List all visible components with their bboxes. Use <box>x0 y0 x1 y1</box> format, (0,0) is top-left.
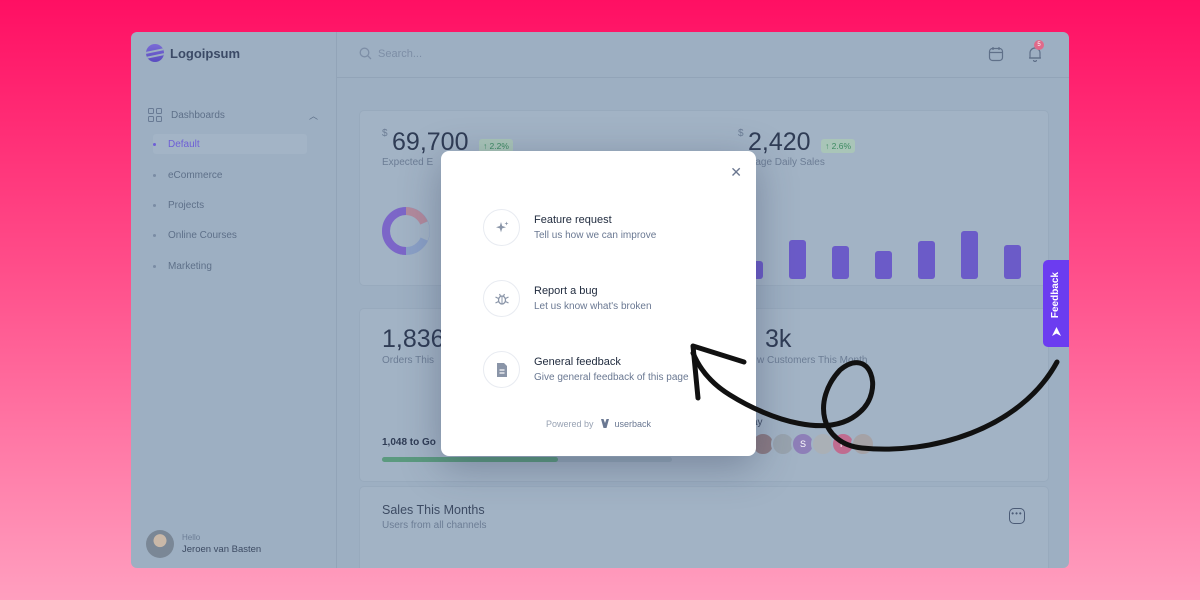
bullet-icon <box>153 173 156 177</box>
option-description: Give general feedback of this page <box>534 372 689 383</box>
sales-bar <box>961 231 978 279</box>
powered-by-brand: userback <box>614 419 652 429</box>
sales-bar <box>918 241 935 279</box>
option-title: General feedback <box>534 356 621 368</box>
customers-label: w Customers This Month <box>757 355 868 366</box>
sales-bar <box>789 240 806 279</box>
grid-icon <box>148 108 162 122</box>
option-title: Report a bug <box>534 285 598 297</box>
topbar: Search... 5 <box>337 32 1069 78</box>
search-input[interactable]: Search... <box>359 47 422 60</box>
bullet-icon <box>153 203 156 207</box>
sidebar-section-label: Dashboards <box>171 109 225 121</box>
send-icon <box>1052 327 1061 336</box>
sales-bar <box>875 251 892 279</box>
currency-symbol: $ <box>382 128 388 139</box>
bug-icon <box>483 280 520 317</box>
sidebar-item-label: Marketing <box>168 260 212 272</box>
notification-badge: 5 <box>1034 40 1044 50</box>
sidebar-item-label: eCommerce <box>168 169 223 181</box>
sidebar: Logoipsum Dashboards ︿ Default eCommerce… <box>131 32 337 568</box>
user-profile[interactable]: Hello Jeroen van Basten <box>146 530 261 558</box>
search-placeholder: Search... <box>378 47 423 60</box>
orders-label: Orders This <box>382 355 435 366</box>
logo[interactable]: Logoipsum <box>146 44 240 62</box>
bullet-icon <box>153 142 156 146</box>
customers-value: 3k <box>765 325 792 353</box>
change-badge: ↑ 2.6% <box>821 138 856 153</box>
logo-icon <box>146 44 164 62</box>
bullet-icon <box>153 264 156 268</box>
expected-earnings-label: Expected E <box>382 157 434 168</box>
logo-text: Logoipsum <box>170 45 241 61</box>
currency-symbol: $ <box>738 128 744 139</box>
sidebar-item-projects[interactable]: Projects <box>153 195 307 215</box>
feedback-tab-label: Feedback <box>1050 272 1061 318</box>
option-description: Tell us how we can improve <box>534 230 657 241</box>
sparkle-icon <box>483 209 520 246</box>
sales-card: Sales This Months Users from all channel… <box>359 486 1049 568</box>
option-title: Feature request <box>534 214 612 226</box>
sales-subtitle: Users from all channels <box>382 520 487 531</box>
feedback-label-text: Feedback <box>1050 272 1061 319</box>
goal-progress-fill <box>382 457 558 462</box>
feedback-tab-button[interactable]: Feedback <box>1043 260 1069 347</box>
search-icon <box>359 47 372 60</box>
userback-logo-icon <box>601 419 609 428</box>
daily-sales-label: rage Daily Sales <box>752 157 825 168</box>
sidebar-item-label: Online Courses <box>168 229 237 241</box>
avatar <box>146 530 174 558</box>
user-name: Jeroen van Basten <box>182 544 262 555</box>
sales-bar <box>1004 245 1021 279</box>
calendar-icon[interactable] <box>988 46 1004 62</box>
bullet-icon <box>153 233 156 237</box>
sidebar-item-marketing[interactable]: Marketing <box>153 256 307 276</box>
general-feedback-option[interactable]: General feedback Give general feedback o… <box>483 351 689 388</box>
chevron-up-icon: ︿ <box>308 110 318 121</box>
report-bug-option[interactable]: Report a bug Let us know what's broken <box>483 280 652 317</box>
sidebar-item-label: Default <box>168 138 200 150</box>
sidebar-item-ecommerce[interactable]: eCommerce <box>153 165 307 185</box>
sidebar-item-label: Projects <box>168 199 205 211</box>
powered-by[interactable]: Powered by userback <box>441 419 756 429</box>
daily-sales-value: 2,420 <box>748 128 811 156</box>
more-options-button[interactable]: ••• <box>1009 508 1025 524</box>
sidebar-section-dashboards[interactable]: Dashboards ︿ <box>148 108 318 122</box>
avatar <box>851 432 875 456</box>
powered-by-text: Powered by <box>545 419 594 429</box>
orders-value: 1,836 <box>382 325 445 353</box>
sales-bar <box>832 246 849 279</box>
feature-request-option[interactable]: Feature request Tell us how we can impro… <box>483 209 656 246</box>
donut-chart <box>382 207 430 255</box>
sidebar-item-default[interactable]: Default <box>153 134 307 154</box>
user-greeting: Hello <box>182 533 201 542</box>
sidebar-item-online-courses[interactable]: Online Courses <box>153 225 307 245</box>
goal-text: 1,048 to Go <box>382 437 436 448</box>
document-icon <box>483 351 520 388</box>
sales-title: Sales This Months <box>382 503 485 517</box>
option-description: Let us know what's broken <box>534 301 652 312</box>
close-icon[interactable]: ✕ <box>730 164 742 181</box>
feedback-modal: ✕ Feature request Tell us how we can imp… <box>441 151 756 456</box>
